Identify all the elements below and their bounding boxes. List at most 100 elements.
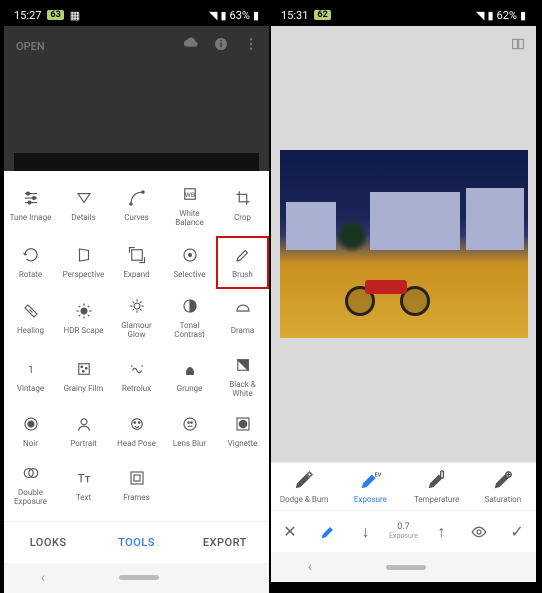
tool-curves[interactable]: Curves: [110, 177, 163, 236]
tab-looks[interactable]: LOOKS: [4, 522, 92, 563]
brush-mode-tabs: Dodge & Burn EVExposure Temperature Saturat…: [271, 462, 536, 510]
visibility-toggle[interactable]: [460, 524, 498, 540]
status-time: 15:27: [14, 9, 41, 22]
left-phone: 15:27 63 ▦ ◥ ▮ 63% ▮ OPEN Tune Image Deta…: [4, 4, 269, 582]
svg-text:1: 1: [28, 363, 34, 376]
increase-button[interactable]: ↑: [422, 522, 460, 542]
apply-button[interactable]: ✓: [498, 522, 536, 541]
tool-text[interactable]: Tт Text: [57, 456, 110, 515]
tool-white-balance[interactable]: WBWhiteBalance: [163, 177, 216, 236]
svg-text:EV: EV: [375, 472, 381, 478]
tool-drama[interactable]: Drama: [216, 289, 269, 348]
retrolux-icon: [128, 360, 146, 378]
image-preview: [14, 153, 259, 171]
tool-tune-image[interactable]: Tune Image: [4, 177, 57, 236]
tool-brush[interactable]: Brush: [216, 236, 269, 290]
tool-label: Retrolux: [122, 385, 151, 394]
home-button[interactable]: [386, 565, 426, 570]
tools-grid: Tune Image Details CurvesWBWhiteBalanceCro…: [4, 171, 269, 521]
vignette-icon: [234, 415, 252, 433]
tonal-icon: [181, 297, 199, 315]
svg-text:Tт: Tт: [77, 471, 90, 485]
compare-icon[interactable]: [510, 36, 526, 56]
tool-label: GlamourGlow: [121, 322, 151, 340]
brush-toggle[interactable]: [309, 524, 347, 540]
battery-text: 63%: [230, 9, 250, 22]
exposure-value[interactable]: 0.7 Exposure: [385, 523, 423, 540]
tab-tools[interactable]: TOOLS: [92, 522, 180, 563]
perspective-icon: [75, 246, 93, 264]
canvas-area[interactable]: [271, 26, 536, 462]
lensblur-icon: [181, 415, 199, 433]
brush-controls: ✕ ↓ 0.7 Exposure ↑ ✓: [271, 510, 536, 552]
healing-icon: [22, 302, 40, 320]
tool-crop[interactable]: Crop: [216, 177, 269, 236]
brush-tab-saturation[interactable]: Saturation: [470, 463, 536, 510]
headpose-icon: [128, 415, 146, 433]
brush-tab-dodge-burn[interactable]: Dodge & Burn: [271, 463, 337, 510]
brush-tab-exposure[interactable]: EVExposure: [337, 463, 403, 510]
tool-label: Text: [76, 494, 91, 503]
tool-perspective[interactable]: Perspective: [57, 236, 110, 290]
selective-icon: [181, 246, 199, 264]
close-button[interactable]: ✕: [271, 522, 309, 541]
double-icon: [22, 464, 40, 482]
bottom-tabs: LOOKS TOOLS EXPORT: [4, 521, 269, 563]
tool-details[interactable]: Details: [57, 177, 110, 236]
status-bar: 15:27 63 ▦ ◥ ▮ 63% ▮: [4, 4, 269, 26]
back-button[interactable]: ‹: [41, 570, 45, 586]
tool-vintage[interactable]: 1Vintage: [4, 348, 57, 407]
gallery-icon: ▦: [70, 9, 80, 22]
home-button[interactable]: [119, 575, 159, 580]
cloud-icon[interactable]: [183, 36, 199, 56]
brush-icon: [234, 246, 252, 264]
tool-label: Head Pose: [117, 440, 156, 449]
tool-expand[interactable]: Expand: [110, 236, 163, 290]
wifi-icon: ◥: [209, 9, 217, 22]
triangle-down-icon: [75, 189, 93, 207]
text-icon: Tт: [75, 469, 93, 487]
tool-label: Rotate: [19, 271, 42, 280]
tool-black-white[interactable]: Black &White: [216, 348, 269, 407]
tool-label: Details: [71, 214, 95, 223]
brush-tab-label: Dodge & Burn: [280, 495, 329, 504]
tool-hdr-scape[interactable]: HDR Scape: [57, 289, 110, 348]
grunge-icon: [181, 360, 199, 378]
decrease-button[interactable]: ↓: [347, 522, 385, 542]
tool-selective[interactable]: Selective: [163, 236, 216, 290]
brush-tab-label: Temperature: [414, 495, 459, 504]
tool-healing[interactable]: Healing: [4, 289, 57, 348]
tab-export[interactable]: EXPORT: [181, 522, 269, 563]
tool-grainy-film[interactable]: Grainy Film: [57, 348, 110, 407]
signal-icon: ▮: [487, 9, 493, 22]
tool-noir[interactable]: Noir: [4, 407, 57, 457]
battery-icon: ▮: [253, 9, 259, 22]
drama-icon: [234, 302, 252, 320]
open-button[interactable]: OPEN: [16, 40, 45, 53]
status-bar: 15:31 62 ◥ ▮ 62% ▮: [271, 4, 536, 26]
android-nav: ‹: [4, 563, 269, 593]
vintage-icon: 1: [22, 360, 40, 378]
tool-label: WhiteBalance: [175, 210, 203, 228]
tool-label: Lens Blur: [173, 440, 206, 449]
tool-frames[interactable]: Frames: [110, 456, 163, 515]
brush-sat-icon: [492, 469, 514, 491]
tool-lens-blur[interactable]: Lens Blur: [163, 407, 216, 457]
tool-tonal-contrast[interactable]: TonalContrast: [163, 289, 216, 348]
tool-retrolux[interactable]: Retrolux: [110, 348, 163, 407]
tool-glamour-glow[interactable]: GlamourGlow: [110, 289, 163, 348]
back-button[interactable]: ‹: [308, 559, 312, 575]
more-icon[interactable]: [243, 36, 259, 56]
tool-double-exposure[interactable]: DoubleExposure: [4, 456, 57, 515]
tool-grunge[interactable]: Grunge: [163, 348, 216, 407]
tool-portrait[interactable]: Portrait: [57, 407, 110, 457]
tool-label: Perspective: [63, 271, 105, 280]
crop-icon: [234, 189, 252, 207]
tool-rotate[interactable]: Rotate: [4, 236, 57, 290]
tool-head-pose[interactable]: Head Pose: [110, 407, 163, 457]
tool-label: Portrait: [70, 440, 97, 449]
info-icon[interactable]: [213, 36, 229, 56]
brush-tab-temperature[interactable]: Temperature: [404, 463, 470, 510]
status-time: 15:31: [281, 9, 308, 22]
tool-vignette[interactable]: Vignette: [216, 407, 269, 457]
